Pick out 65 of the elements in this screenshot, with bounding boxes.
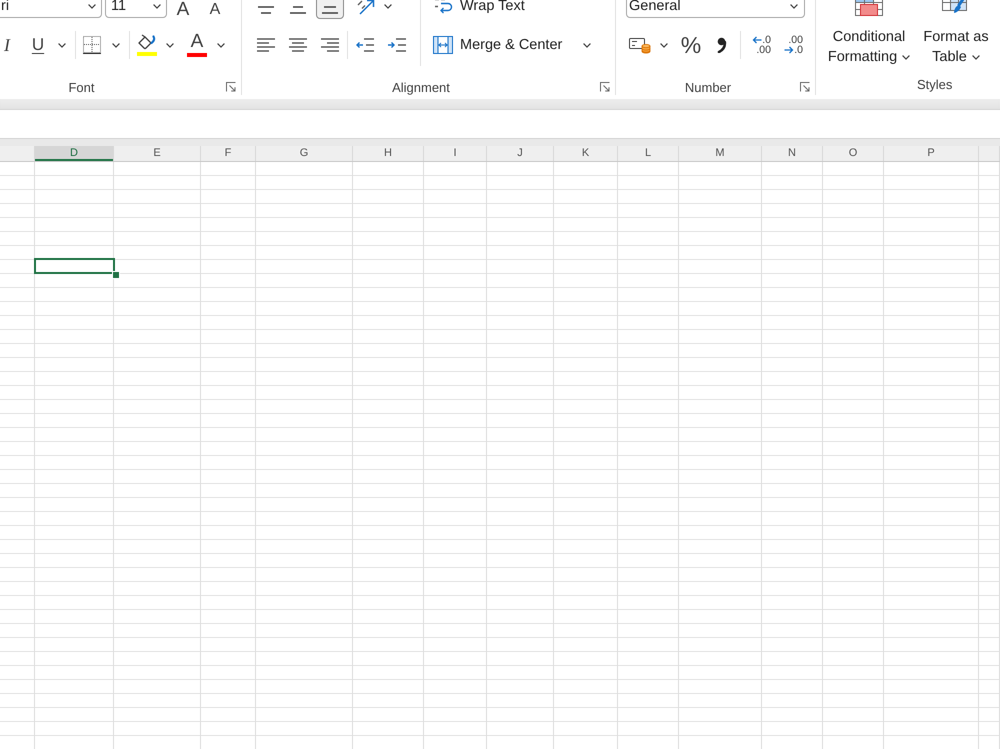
align-right-icon	[321, 38, 339, 52]
chevron-down-icon[interactable]	[790, 4, 798, 8]
font-color-button[interactable]: A	[186, 31, 208, 59]
column-header[interactable]: P	[884, 146, 979, 161]
dialog-launcher-icon[interactable]	[226, 82, 236, 92]
diagonal-arrow-icon	[356, 0, 376, 16]
chevron-down-icon[interactable]	[88, 4, 96, 8]
group-label: Font	[67, 80, 96, 94]
chevron-down-icon[interactable]	[217, 42, 225, 48]
border-grid-icon	[83, 36, 101, 54]
align-center-icon	[289, 38, 307, 52]
chevron-down-icon[interactable]	[384, 4, 392, 8]
chevron-down-icon[interactable]	[660, 42, 668, 48]
column-header[interactable]: M	[679, 146, 762, 161]
paint-bucket-icon	[137, 34, 157, 50]
outdent-arrow-icon	[356, 38, 374, 52]
underline-button[interactable]: U	[27, 31, 49, 59]
merge-cells-icon	[433, 36, 453, 54]
font-size-step-button[interactable]: A	[172, 0, 194, 18]
chevron-down-icon[interactable]	[583, 42, 592, 48]
comma-icon	[717, 37, 727, 53]
column-header[interactable]: L	[618, 146, 679, 161]
wrap-text-button[interactable]: Wrap Text	[428, 0, 530, 19]
font-size-step-button[interactable]: A	[204, 0, 226, 18]
column-header[interactable]: K	[554, 146, 618, 161]
chevron-down-icon[interactable]	[902, 54, 910, 60]
align-bottom-icon	[321, 6, 339, 14]
chevron-down-icon[interactable]	[972, 54, 980, 60]
vertical-align-button[interactable]	[316, 0, 344, 19]
cell-grid[interactable]	[0, 162, 1000, 749]
column-header[interactable]: O	[823, 146, 884, 161]
arrow-left-icon	[752, 36, 762, 44]
group-label: Styles	[917, 76, 952, 92]
fill-handle[interactable]	[112, 271, 120, 279]
chevron-down-icon[interactable]	[153, 4, 161, 8]
column-header[interactable]: H	[353, 146, 424, 161]
chevron-down-icon[interactable]	[112, 42, 120, 48]
increase-decimal-button[interactable]: .0 .00	[745, 31, 771, 59]
decrease-decimal-button[interactable]: .00 .0	[777, 31, 803, 59]
money-coins-icon	[629, 36, 651, 54]
arrow-right-icon	[784, 46, 794, 54]
align-middle-icon	[289, 6, 307, 14]
percent-button[interactable]: %	[678, 31, 704, 59]
column-header[interactable]: D	[35, 146, 114, 161]
chevron-down-icon[interactable]	[58, 42, 66, 48]
font-size-field[interactable]: 11	[105, 0, 167, 18]
indent-arrow-icon	[388, 38, 406, 52]
column-header[interactable]: N	[762, 146, 823, 161]
dialog-launcher-icon[interactable]	[600, 82, 610, 92]
group-label: Number	[684, 80, 732, 94]
wrap-arrow-icon	[433, 0, 453, 15]
column-header[interactable]: F	[201, 146, 256, 161]
group-label: Alignment	[391, 80, 451, 94]
column-header[interactable]: J	[487, 146, 554, 161]
conditional-formatting-button[interactable]: Conditional Formatting	[822, 0, 916, 66]
column-header[interactable]: I	[424, 146, 487, 161]
format-as-table-button[interactable]: Format as Table	[918, 0, 994, 66]
dialog-launcher-icon[interactable]	[800, 82, 810, 92]
column-header[interactable]: E	[114, 146, 201, 161]
chevron-down-icon[interactable]	[166, 42, 174, 48]
align-left-icon	[257, 38, 275, 52]
column-header[interactable]: G	[256, 146, 353, 161]
italic-button[interactable]: I	[0, 31, 18, 59]
merge-center-button[interactable]: Merge & Center	[428, 31, 596, 59]
align-top-icon	[257, 6, 275, 14]
